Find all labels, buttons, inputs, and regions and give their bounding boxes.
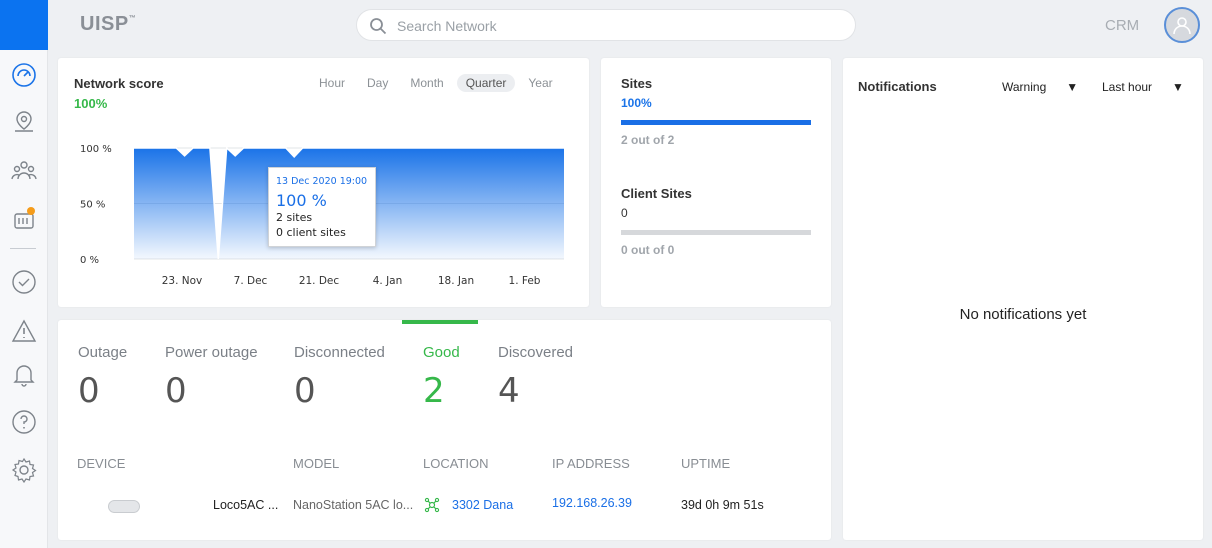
- chart-tooltip: 13 Dec 2020 19:00 100 % 2 sites 0 client…: [268, 167, 376, 247]
- help-icon[interactable]: [8, 406, 40, 438]
- search-input[interactable]: [397, 16, 837, 36]
- tooltip-date: 13 Dec 2020 19:00: [276, 176, 368, 187]
- devices-icon[interactable]: [8, 202, 40, 234]
- good-tab-indicator: [402, 320, 478, 324]
- time-range-tabs: Hour Day Month Quarter Year: [310, 74, 562, 92]
- tooltip-sites: 2 sites: [276, 211, 313, 224]
- client-sites-progress-bar: [621, 230, 811, 235]
- status-power-outage[interactable]: Power outage 0: [165, 344, 258, 411]
- sites-progress-fill: [621, 120, 811, 125]
- column-header-model[interactable]: MODEL: [293, 456, 339, 471]
- tasks-icon[interactable]: [8, 266, 40, 298]
- sites-card: Sites 100% 2 out of 2 Client Sites 0 0 o…: [601, 58, 831, 307]
- uisp-logo[interactable]: UISP™: [80, 13, 136, 36]
- rail-brand-block: [0, 0, 48, 50]
- column-header-device[interactable]: DEVICE: [77, 456, 125, 471]
- x-tick-label: 23. Nov: [162, 275, 203, 287]
- status-discovered[interactable]: Discovered 4: [498, 344, 573, 411]
- period-dropdown[interactable]: Last hour ▼: [1102, 80, 1184, 94]
- device-status-card: Outage 0 Power outage 0 Disconnected 0 G…: [58, 320, 831, 540]
- range-quarter[interactable]: Quarter: [456, 74, 516, 92]
- x-tick-label: 18. Jan: [438, 275, 474, 287]
- device-ip-link[interactable]: 192.168.26.39: [552, 496, 632, 510]
- device-name[interactable]: Loco5AC ...: [213, 498, 278, 512]
- status-label: Disconnected: [294, 344, 385, 361]
- settings-icon[interactable]: [8, 454, 40, 486]
- x-tick-label: 21. Dec: [299, 275, 340, 287]
- status-disconnected[interactable]: Disconnected 0: [294, 344, 385, 411]
- status-label: Good: [423, 344, 460, 361]
- map-pin-icon[interactable]: [8, 106, 40, 138]
- top-header: UISP™ CRM: [48, 0, 1212, 50]
- status-outage[interactable]: Outage 0: [78, 344, 127, 411]
- y-tick-label: 100 %: [80, 144, 112, 155]
- sites-progress-bar: [621, 120, 811, 125]
- client-sites-value: 0: [621, 206, 628, 220]
- dashboard-icon[interactable]: [8, 59, 40, 91]
- x-tick-label: 4. Jan: [373, 275, 403, 287]
- device-location-link[interactable]: 3302 Dana: [452, 498, 513, 512]
- user-avatar[interactable]: [1164, 7, 1200, 43]
- sites-percent: 100%: [621, 96, 652, 110]
- range-year[interactable]: Year: [519, 74, 561, 92]
- y-tick-label: 0 %: [80, 255, 99, 266]
- client-sites-count: 0 out of 0: [621, 243, 675, 257]
- search-bar[interactable]: [356, 9, 856, 41]
- x-tick-label: 7. Dec: [234, 275, 268, 287]
- status-count: 0: [294, 371, 316, 411]
- notifications-card: Notifications Warning ▼ Last hour ▼ No n…: [843, 58, 1203, 540]
- y-tick-label: 50 %: [80, 200, 105, 211]
- range-month[interactable]: Month: [401, 74, 452, 92]
- status-count: 2: [423, 371, 445, 411]
- level-dropdown[interactable]: Warning ▼: [1002, 80, 1078, 94]
- sites-count: 2 out of 2: [621, 133, 675, 147]
- tooltip-client-sites: 0 client sites: [276, 226, 346, 239]
- caret-down-icon: ▼: [1172, 80, 1184, 94]
- user-icon: [1173, 17, 1191, 35]
- period-dropdown-value: Last hour: [1102, 80, 1153, 94]
- device-model: NanoStation 5AC lo...: [293, 498, 414, 512]
- network-score-title: Network score: [74, 76, 164, 91]
- notifications-title: Notifications: [858, 79, 937, 94]
- status-count: 4: [498, 371, 520, 411]
- crm-link[interactable]: CRM: [1105, 17, 1139, 34]
- status-label: Discovered: [498, 344, 574, 361]
- column-header-location[interactable]: LOCATION: [423, 456, 489, 471]
- status-count: 0: [165, 371, 187, 411]
- column-header-ip-address[interactable]: IP ADDRESS: [552, 456, 630, 471]
- caret-down-icon: ▼: [1066, 80, 1079, 94]
- site-icon: [424, 497, 440, 513]
- range-hour[interactable]: Hour: [310, 74, 354, 92]
- level-dropdown-value: Warning: [1002, 80, 1047, 94]
- device-uptime: 39d 0h 9m 51s: [681, 498, 764, 512]
- x-tick-label: 1. Feb: [509, 275, 541, 287]
- status-good[interactable]: Good 2: [423, 344, 460, 411]
- sites-title: Sites: [621, 76, 653, 91]
- bell-icon[interactable]: [8, 358, 40, 390]
- status-count: 0: [78, 371, 100, 411]
- column-header-uptime[interactable]: UPTIME: [681, 456, 730, 471]
- left-rail: [0, 0, 48, 548]
- network-score-value: 100%: [74, 96, 108, 111]
- clients-icon[interactable]: [8, 154, 40, 186]
- status-label: Outage: [78, 344, 128, 361]
- range-day[interactable]: Day: [358, 74, 397, 92]
- tooltip-value: 100 %: [276, 191, 327, 210]
- status-label: Power outage: [165, 344, 258, 361]
- alert-icon[interactable]: [8, 315, 40, 347]
- rail-divider: [10, 248, 36, 249]
- search-icon: [370, 18, 387, 35]
- device-toggle[interactable]: [108, 500, 140, 513]
- client-sites-title: Client Sites: [621, 186, 692, 201]
- notifications-empty-message: No notifications yet: [959, 306, 1087, 323]
